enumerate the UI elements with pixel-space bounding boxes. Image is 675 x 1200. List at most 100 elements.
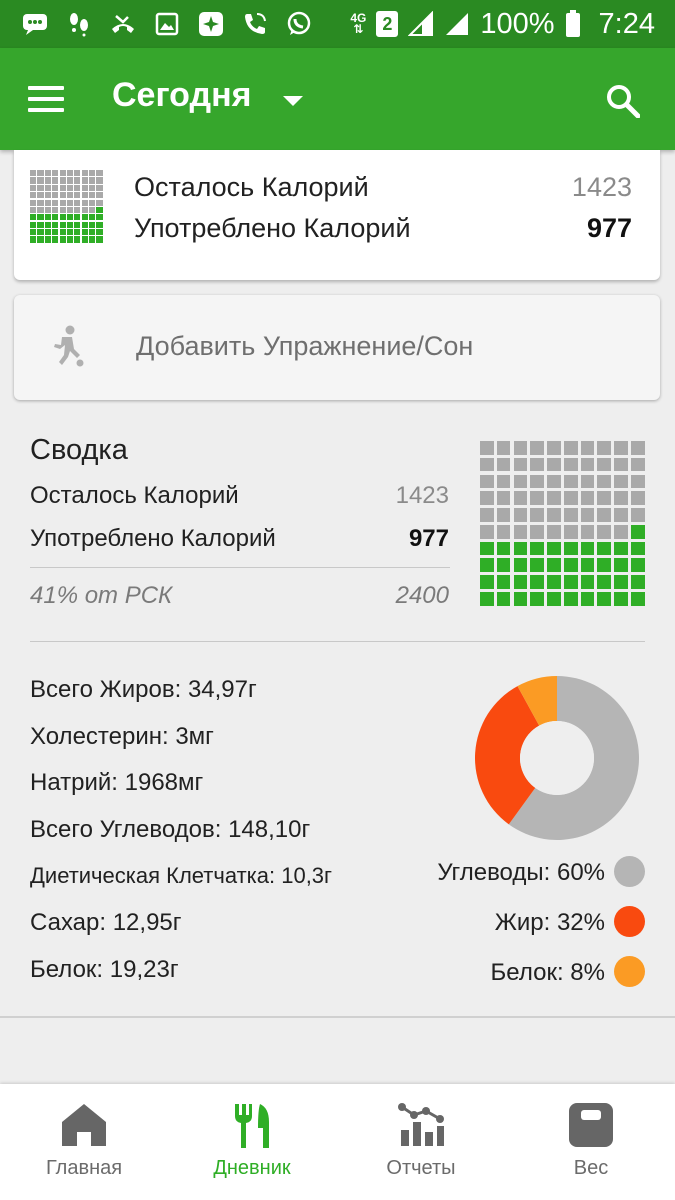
app-badge-icon <box>198 11 224 37</box>
calorie-summary-card[interactable]: Осталось Калорий 1423 Употреблено Калори… <box>14 150 660 280</box>
waffle-cell <box>580 441 595 455</box>
waffle-cell <box>580 457 595 472</box>
waffle-cell <box>496 524 511 539</box>
waffle-cell <box>96 184 103 191</box>
nutrient-cholesterol: Холестерин: 3мг <box>30 723 214 750</box>
waffle-cell <box>89 170 96 177</box>
waffle-cell <box>614 441 628 455</box>
waffle-cell <box>52 221 59 228</box>
legend-fat: Жир: 32% <box>494 909 605 936</box>
waffle-cell <box>480 508 494 522</box>
nutrient-protein: Белок: 19,23г <box>30 956 179 983</box>
waffle-cell <box>81 214 88 221</box>
waffle-cell <box>52 170 59 177</box>
macros-donut-chart <box>475 676 639 840</box>
waffle-cell <box>37 229 44 236</box>
chevron-down-icon[interactable] <box>283 96 303 106</box>
nav-diary[interactable]: Дневник <box>168 1084 336 1200</box>
waffle-cell <box>59 192 66 199</box>
waffle-cell <box>597 541 612 556</box>
fork-knife-icon <box>235 1104 269 1148</box>
waffle-cell <box>37 170 44 177</box>
waffle-cell <box>547 441 561 455</box>
waffle-cell <box>480 541 494 556</box>
waffle-cell <box>614 457 628 472</box>
waffle-cell <box>66 214 74 221</box>
signal-icon <box>408 11 434 36</box>
summary-consumed-value: 977 <box>408 525 449 552</box>
waffle-cell <box>81 177 88 184</box>
waffle-cell <box>563 457 578 472</box>
waffle-cell <box>37 177 44 184</box>
menu-icon[interactable] <box>28 86 64 112</box>
rsk-percent-label: 41% от РСК <box>30 582 173 609</box>
nav-reports[interactable]: Отчеты <box>337 1084 505 1200</box>
waffle-cell <box>59 170 66 177</box>
waffle-cell <box>89 177 96 184</box>
rsk-value: 2400 <box>395 582 449 609</box>
waffle-cell <box>52 206 59 214</box>
waffle-cell <box>513 508 528 522</box>
waffle-cell <box>580 541 595 556</box>
status-bar: 4G ⇅ 2 100% 7:24 <box>0 0 675 48</box>
waffle-cell <box>614 541 628 556</box>
waffle-cell <box>30 221 37 228</box>
waffle-cell <box>89 229 96 236</box>
nav-weight[interactable]: Вес <box>507 1084 675 1200</box>
waffle-cell <box>44 192 51 199</box>
waffle-cell <box>547 491 561 505</box>
waffle-cell <box>96 177 103 184</box>
waffle-cell <box>37 214 44 221</box>
waffle-cell <box>530 457 544 472</box>
waffle-cell <box>563 575 578 589</box>
waffle-cell <box>52 177 59 184</box>
waffle-cell <box>480 474 494 489</box>
waffle-cell <box>59 184 66 191</box>
nav-home[interactable]: Главная <box>0 1084 168 1200</box>
waffle-cell <box>44 236 51 243</box>
waffle-cell <box>496 441 511 455</box>
waffle-cell <box>74 184 81 191</box>
waffle-cell <box>597 491 612 505</box>
missed-call-icon <box>110 11 136 37</box>
waffle-cell <box>496 592 511 606</box>
remaining-calories-value: 1423 <box>571 172 632 202</box>
waffle-cell <box>547 558 561 573</box>
nutrient-sugar: Сахар: 12,95г <box>30 909 182 936</box>
waffle-cell <box>66 192 74 199</box>
summary-remaining-label: Осталось Калорий <box>30 482 239 509</box>
waffle-cell <box>513 457 528 472</box>
waffle-cell <box>37 199 44 206</box>
sim-indicator: 2 <box>376 11 399 37</box>
waffle-cell <box>59 236 66 243</box>
waffle-cell <box>614 524 628 539</box>
date-selector-title[interactable]: Сегодня <box>112 76 251 115</box>
waffle-cell <box>631 575 645 589</box>
home-icon <box>62 1104 106 1146</box>
waffle-cell <box>66 177 74 184</box>
waffle-cell <box>59 214 66 221</box>
waffle-cell <box>530 441 544 455</box>
waffle-cell <box>513 541 528 556</box>
footsteps-icon <box>66 11 92 37</box>
waffle-cell <box>89 206 96 214</box>
waffle-cell <box>513 524 528 539</box>
waffle-cell <box>74 229 81 236</box>
nav-weight-label: Вес <box>573 1157 609 1179</box>
waffle-cell <box>597 441 612 455</box>
waffle-cell <box>563 592 578 606</box>
waffle-cell <box>631 441 645 455</box>
summary-title: Сводка <box>30 434 128 466</box>
wifi-call-icon <box>242 11 268 37</box>
waffle-cell <box>530 592 544 606</box>
search-icon[interactable] <box>606 84 640 118</box>
reports-icon <box>398 1103 444 1146</box>
waffle-cell <box>597 474 612 489</box>
waffle-cell <box>513 474 528 489</box>
waffle-cell <box>52 192 59 199</box>
waffle-cell <box>614 558 628 573</box>
add-exercise-sleep-button[interactable]: Добавить Упражнение/Сон <box>14 295 660 400</box>
consumed-calories-label: Употреблено Калорий <box>134 213 411 243</box>
calorie-waffle-chart <box>480 441 645 606</box>
waffle-cell <box>52 184 59 191</box>
